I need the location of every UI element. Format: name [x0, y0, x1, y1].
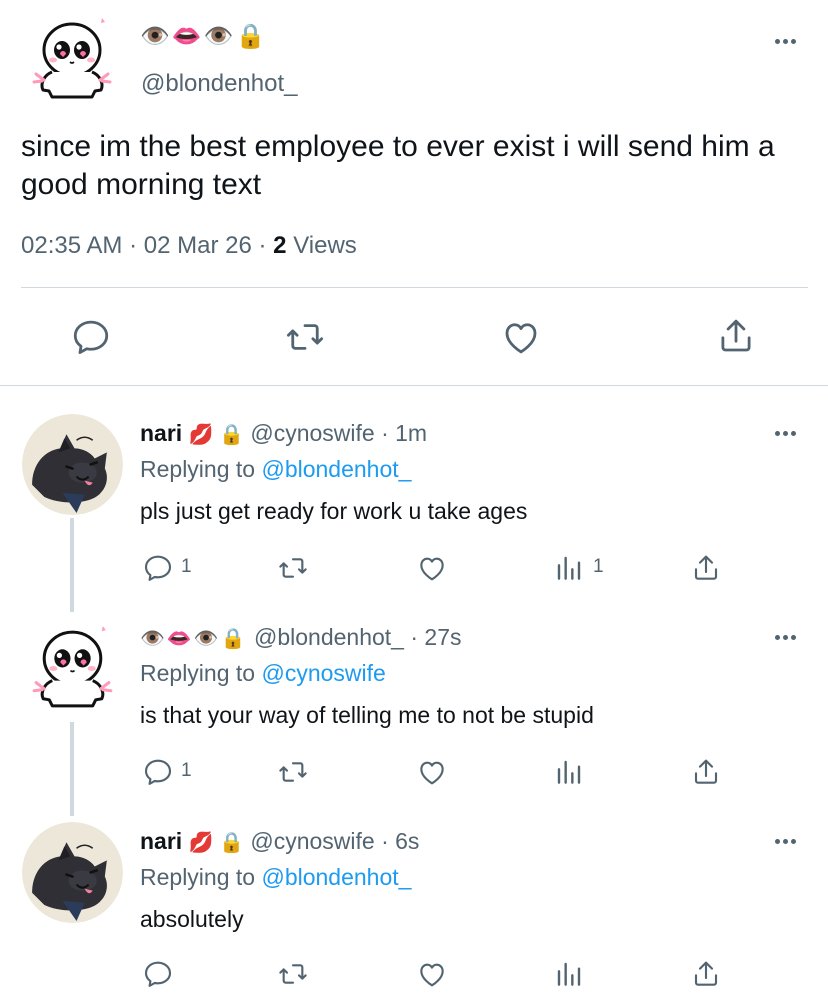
- reply-icon[interactable]: [142, 958, 174, 990]
- reply-tweet: nari 💋 🔒 @cynoswife · 1m Replying to @bl…: [0, 414, 828, 600]
- author-handle[interactable]: @blondenhot_: [141, 70, 298, 98]
- more-options-icon[interactable]: [772, 428, 802, 438]
- reply-header: 👁️👄👁️🔒 @blondenhot_ · 27s: [140, 624, 462, 651]
- replying-to: Replying to @cynoswife: [140, 660, 386, 687]
- tweet-date: 02 Mar 26: [143, 232, 252, 259]
- author-name[interactable]: nari: [140, 420, 182, 446]
- more-options-icon[interactable]: [772, 836, 802, 846]
- reply-text: pls just get ready for work u take ages: [140, 498, 528, 524]
- author-name[interactable]: 👁️👄👁️🔒: [140, 628, 248, 650]
- views-icon[interactable]: [553, 958, 585, 990]
- like-icon[interactable]: [415, 958, 449, 990]
- replying-handle-link[interactable]: @cynoswife: [261, 660, 385, 686]
- reply-tweet: 👁️👄👁️🔒 @blondenhot_ · 27s Replying to @c…: [0, 618, 828, 804]
- reply-header: nari 💋 🔒 @cynoswife · 1m: [140, 420, 427, 447]
- views-count: 2: [273, 232, 287, 259]
- reply-count: 1: [181, 760, 192, 781]
- handle-time[interactable]: @cynoswife · 1m: [250, 420, 427, 446]
- like-icon[interactable]: [499, 316, 543, 358]
- reply-text: is that your way of telling me to not be…: [140, 702, 594, 728]
- replying-to: Replying to @blondenhot_: [140, 864, 411, 891]
- retweet-icon[interactable]: [283, 316, 327, 358]
- handle-time[interactable]: @cynoswife · 6s: [250, 828, 419, 854]
- avatar[interactable]: [22, 414, 123, 515]
- avatar[interactable]: [22, 10, 122, 110]
- share-icon[interactable]: [715, 314, 757, 358]
- replying-handle-link[interactable]: @blondenhot_: [261, 864, 411, 890]
- views-icon[interactable]: [553, 552, 585, 584]
- reply-count: 1: [181, 556, 192, 577]
- more-options-icon[interactable]: [772, 36, 802, 46]
- author-emoji: 💋 🔒: [188, 832, 244, 854]
- replying-prefix: Replying to: [140, 660, 256, 686]
- views-icon[interactable]: [553, 756, 585, 788]
- tweet-time: 02:35 AM: [21, 232, 123, 259]
- handle-time[interactable]: @blondenhot_ · 27s: [254, 624, 462, 650]
- replying-prefix: Replying to: [140, 864, 256, 890]
- more-options-icon[interactable]: [772, 632, 802, 642]
- author-name[interactable]: 👁️👄👁️🔒: [140, 22, 268, 51]
- retweet-icon[interactable]: [276, 756, 310, 788]
- reply-icon[interactable]: [142, 552, 174, 584]
- share-icon[interactable]: [690, 551, 722, 585]
- reply-text: absolutely: [140, 906, 244, 932]
- author-emoji: 💋 🔒: [188, 424, 244, 446]
- share-icon[interactable]: [690, 957, 722, 991]
- reply-icon[interactable]: [142, 756, 174, 788]
- reply-header: nari 💋 🔒 @cynoswife · 6s: [140, 828, 419, 855]
- replying-to: Replying to @blondenhot_: [140, 456, 411, 483]
- tweet-meta: 02:35 AM · 02 Mar 26 · 2 Views: [21, 232, 357, 260]
- like-icon[interactable]: [415, 756, 449, 788]
- like-icon[interactable]: [415, 552, 449, 584]
- avatar[interactable]: [22, 618, 123, 719]
- replying-prefix: Replying to: [140, 456, 256, 482]
- divider: [0, 385, 828, 386]
- meta-separator: ·: [258, 232, 274, 259]
- divider: [21, 287, 808, 288]
- main-tweet: 👁️👄👁️🔒 @blondenhot_ since im the best em…: [0, 0, 828, 386]
- author-name[interactable]: nari: [140, 828, 182, 854]
- tweet-text: since im the best employee to ever exist…: [21, 130, 775, 201]
- views-label[interactable]: Views: [293, 232, 357, 259]
- replying-handle-link[interactable]: @blondenhot_: [261, 456, 411, 482]
- retweet-icon[interactable]: [276, 552, 310, 584]
- share-icon[interactable]: [690, 755, 722, 789]
- meta-separator: ·: [129, 232, 144, 259]
- reply-icon[interactable]: [70, 316, 112, 358]
- retweet-icon[interactable]: [276, 958, 310, 990]
- reply-tweet: nari 💋 🔒 @cynoswife · 6s Replying to @bl…: [0, 822, 828, 996]
- avatar[interactable]: [22, 822, 123, 923]
- views-count: 1: [593, 556, 604, 577]
